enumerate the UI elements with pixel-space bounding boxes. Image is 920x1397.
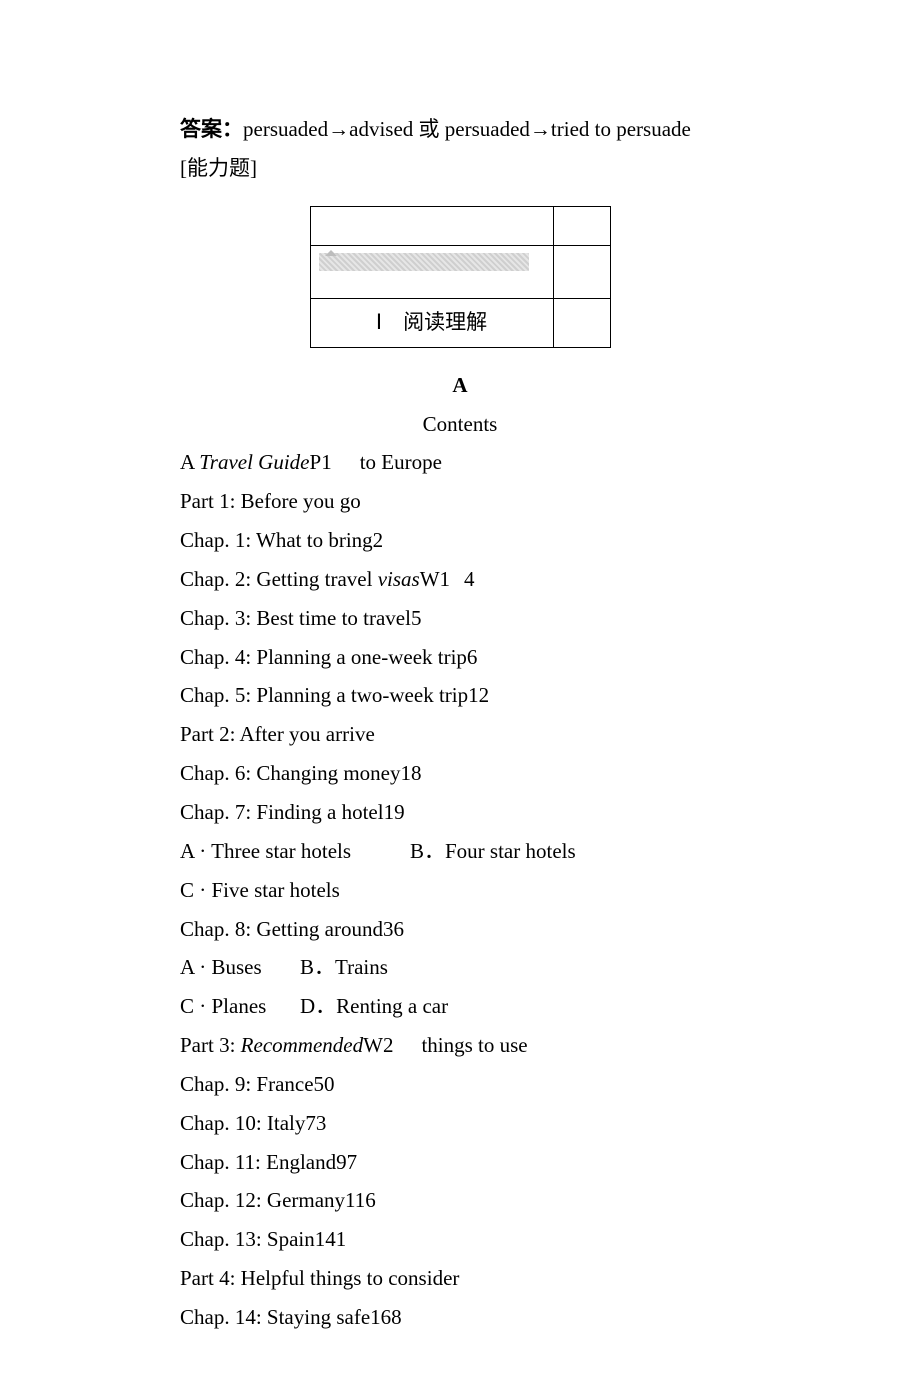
toc-chap8-options-cd: C · PlanesD．Renting a car [180,987,740,1026]
text-things-to-use: things to use [421,1033,527,1057]
toc-chap14: Chap. 14: Staying safe168 [180,1298,740,1337]
toc-line-travel-guide: A Travel GuideP1 to Europe [180,443,740,482]
text-a: A [180,450,199,474]
text-chap2-prefix: Chap. 2: Getting travel [180,567,378,591]
toc-chap6: Chap. 6: Changing money18 [180,754,740,793]
toc-part1: Part 1: Before you go [180,482,740,521]
toc-part4: Part 4: Helpful things to consider [180,1259,740,1298]
box-cell-stripe [310,245,553,298]
box-row-3: Ⅰ 阅读理解 [310,298,610,347]
box-cell-empty-top-left [310,206,553,245]
section-a-heading: A [180,366,740,405]
toc-chap2: Chap. 2: Getting travel visasW1 4 [180,560,740,599]
answer-content: persuaded→advised 或 persuaded→tried to p… [243,117,691,141]
opt-planes: C · Planes [180,987,300,1026]
toc-chap10: Chap. 10: Italy73 [180,1104,740,1143]
toc-chap8: Chap. 8: Getting around36 [180,910,740,949]
toc-chap8-options-ab: A · BusesB．Trains [180,948,740,987]
toc-chap9: Chap. 9: France50 [180,1065,740,1104]
toc-chap7-options-ab: A · Three star hotelsB．Four star hotels [180,832,740,871]
box-row-2 [310,245,610,298]
section-box: Ⅰ 阅读理解 [310,206,611,348]
opt-buses: A · Buses [180,948,300,987]
document-page: 答案：persuaded→advised 或 persuaded→tried t… [0,0,920,1397]
toc-chap13: Chap. 13: Spain141 [180,1220,740,1259]
box-cell-empty-mid-right [553,245,610,298]
contents-heading: Contents [180,405,740,444]
toc-chap7: Chap. 7: Finding a hotel19 [180,793,740,832]
text-part3-prefix: Part 3: [180,1033,241,1057]
ability-label: [能力题] [180,149,740,188]
opt-renting: D．Renting a car [300,987,448,1026]
text-4: 4 [464,567,475,591]
box-row-1 [310,206,610,245]
answer-line: 答案：persuaded→advised 或 persuaded→tried t… [180,110,740,149]
toc-chap12: Chap. 12: Germany116 [180,1181,740,1220]
toc-part3: Part 3: RecommendedW2 things to use [180,1026,740,1065]
toc-chap5: Chap. 5: Planning a two-week trip12 [180,676,740,715]
text-visas: visas [378,567,420,591]
text-w2: W2 [363,1033,393,1057]
opt-three-star: A · Three star hotels [180,832,410,871]
text-p1: P1 [310,450,332,474]
progress-stripe-icon [319,253,529,271]
answer-label: 答案： [180,117,243,141]
toc-chap4: Chap. 4: Planning a one-week trip6 [180,638,740,677]
toc-part2: Part 2: After you arrive [180,715,740,754]
opt-trains: B．Trains [300,948,388,987]
toc-chap7-option-c: C · Five star hotels [180,871,740,910]
text-w1: W1 [420,567,450,591]
text-recommended: Recommended [241,1033,363,1057]
text-travel-guide: Travel Guide [199,450,309,474]
box-cell-title: Ⅰ 阅读理解 [310,298,553,347]
opt-four-star: B．Four star hotels [410,832,576,871]
box-cell-empty-bottom-right [553,298,610,347]
text-to-europe: to Europe [360,450,442,474]
toc-chap1: Chap. 1: What to bring2 [180,521,740,560]
toc-chap11: Chap. 11: England97 [180,1143,740,1182]
box-cell-empty-top-right [553,206,610,245]
toc-chap3: Chap. 3: Best time to travel5 [180,599,740,638]
